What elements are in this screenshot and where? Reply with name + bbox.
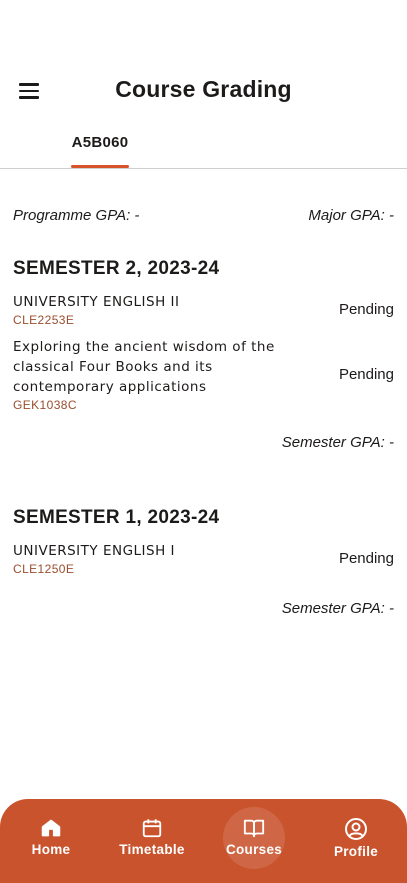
bottom-navigation: Home Timetable Courses Profile [0,799,407,883]
semester-section: SEMESTER 1, 2023-24 UNIVERSITY ENGLISH I… [13,507,394,617]
app-bar: Course Grading [0,0,407,120]
nav-courses[interactable]: Courses [209,809,299,871]
semester-section: SEMESTER 2, 2023-24 UNIVERSITY ENGLISH I… [13,258,394,451]
course-name: UNIVERSITY ENGLISH II [13,294,180,310]
course-item[interactable]: UNIVERSITY ENGLISH I CLE1250E Pending [13,541,394,576]
book-icon [243,819,265,838]
course-code: CLE1250E [13,562,75,576]
home-icon [41,819,61,837]
nav-profile[interactable]: Profile [311,809,401,871]
tab-bar: A5B060 [0,124,407,169]
tab-indicator [71,165,129,168]
course-name: Exploring the ancient wisdom of the clas… [13,339,275,395]
course-code: CLE2253E [13,313,75,327]
semester-title: SEMESTER 1, 2023-24 [13,507,220,528]
nav-label: Home [31,842,71,857]
nav-label: Timetable [119,842,185,857]
course-name: UNIVERSITY ENGLISH I [13,543,176,559]
major-gpa: Major GPA: - [308,207,394,224]
semester-gpa: Semester GPA: - [281,600,394,617]
grade-status: Pending [338,550,394,567]
grade-status: Pending [338,366,394,383]
semester-gpa: Semester GPA: - [281,434,394,451]
gpa-summary: Programme GPA: - Major GPA: - [13,207,394,224]
profile-icon [345,818,367,840]
semester-title: SEMESTER 2, 2023-24 [13,258,220,279]
calendar-icon [142,819,162,838]
page-title: Course Grading [115,76,292,102]
course-item[interactable]: UNIVERSITY ENGLISH II CLE2253E Pending [13,292,394,327]
nav-home[interactable]: Home [6,809,96,871]
tab-a5b060[interactable]: A5B060 [71,134,129,151]
nav-timetable[interactable]: Timetable [107,809,197,871]
course-code: GEK1038C [13,398,77,412]
programme-gpa: Programme GPA: - [13,207,140,224]
nav-label: Profile [333,844,379,859]
grade-status: Pending [338,301,394,318]
course-item[interactable]: Exploring the ancient wisdom of the clas… [13,337,394,412]
nav-label: Courses [225,842,283,857]
